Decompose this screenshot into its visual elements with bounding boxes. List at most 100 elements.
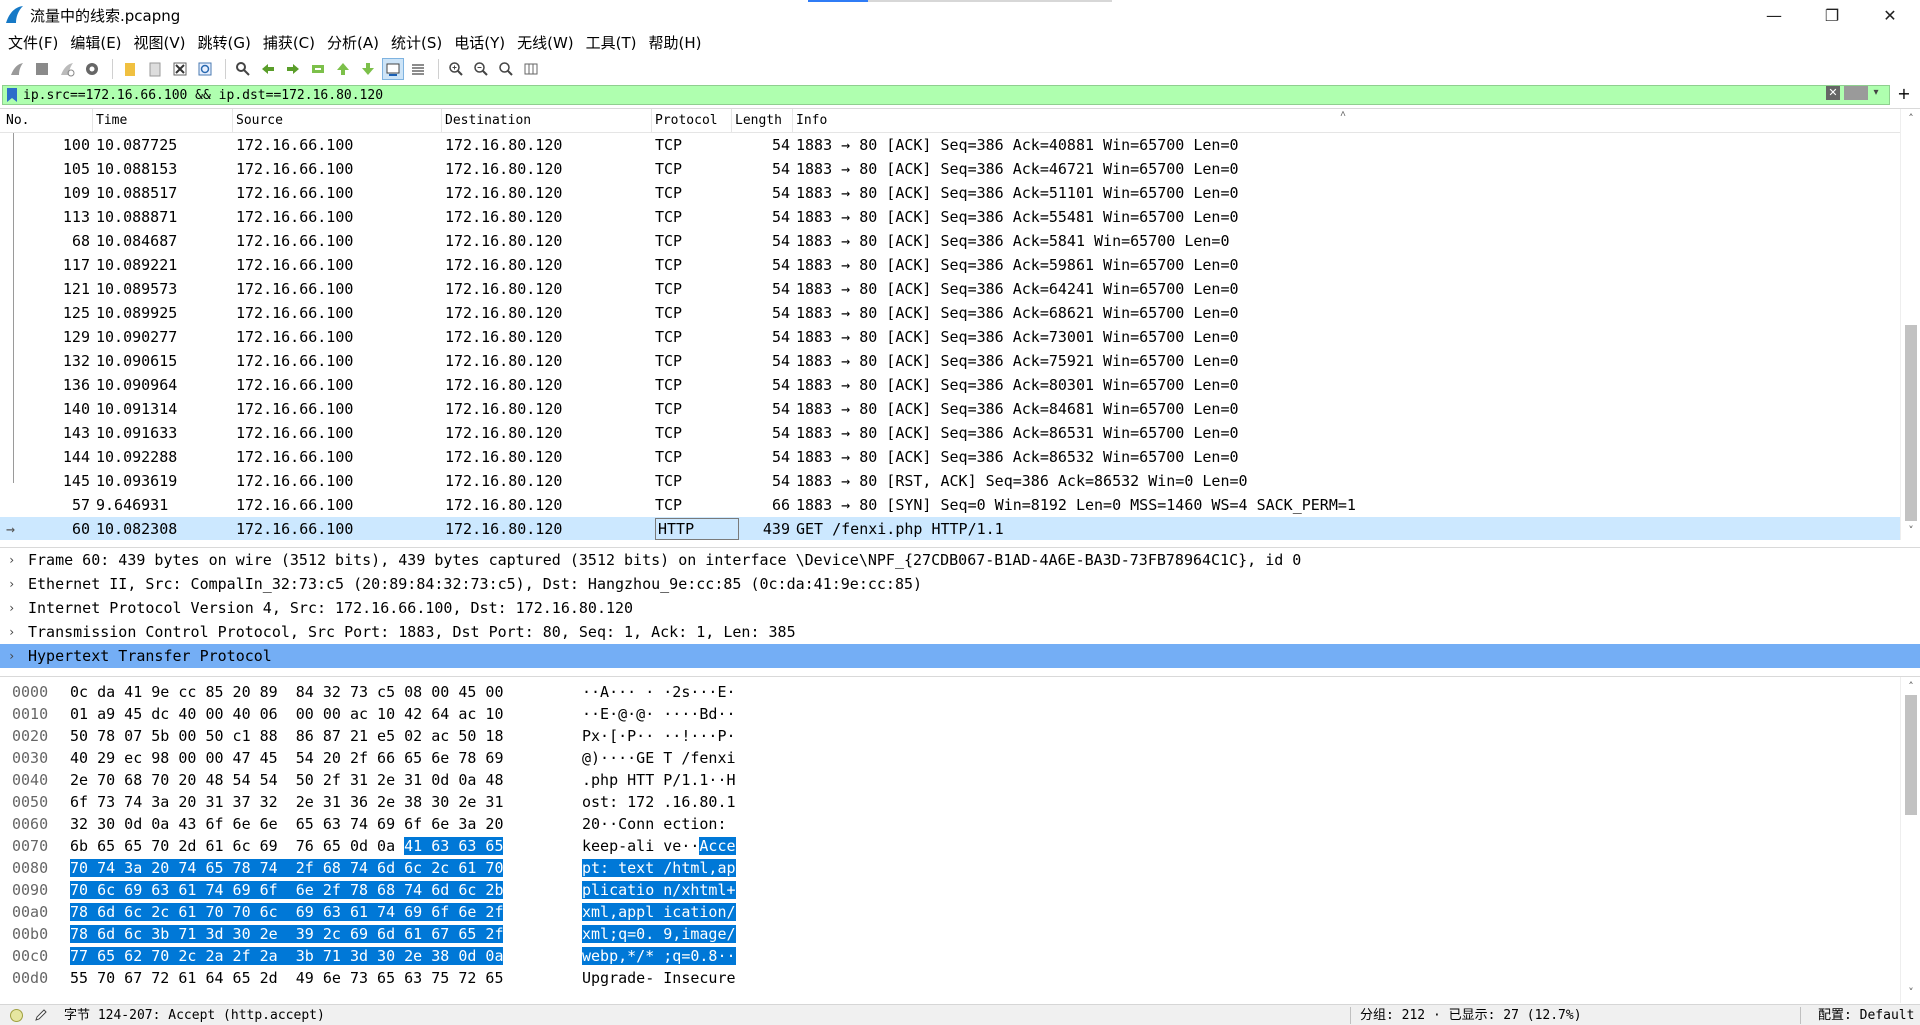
- filter-history-dropdown-icon[interactable]: ▾: [1870, 87, 1882, 99]
- minimize-button[interactable]: —: [1748, 0, 1800, 30]
- restart-capture-icon[interactable]: [56, 58, 78, 80]
- hex-segment[interactable]: 41 63 63 65: [404, 837, 504, 855]
- menu-go[interactable]: 跳转(G): [194, 32, 259, 53]
- column-divider[interactable]: [651, 109, 652, 133]
- hex-segment[interactable]: 78 6d 6c 3b 71 3d 30 2e 39 2c 69 6d 61 6…: [70, 925, 504, 943]
- scroll-up-icon[interactable]: ˄: [1905, 681, 1917, 693]
- resize-columns-icon[interactable]: [520, 58, 542, 80]
- packet-row[interactable]: 121 10.089573 172.16.66.100 172.16.80.120 TC…: [0, 277, 1900, 301]
- packet-row[interactable]: 136 10.090964 172.16.66.100 172.16.80.120 TC…: [0, 373, 1900, 397]
- ascii-segment[interactable]: webp,*/* ;q=0.8··: [582, 947, 736, 965]
- byte-hex[interactable]: 50 78 07 5b 00 50 c1 88 86 87 21 e5 02 a…: [70, 725, 503, 747]
- expert-info-icon[interactable]: [10, 1009, 23, 1022]
- colorize-icon[interactable]: [407, 58, 429, 80]
- clear-filter-icon[interactable]: ✕: [1826, 86, 1840, 100]
- byte-ascii[interactable]: pt: text /html,ap: [582, 857, 736, 879]
- packet-row[interactable]: 57 9.646931 172.16.66.100 172.16.80.120 TCP 6…: [0, 493, 1900, 517]
- menu-telephony[interactable]: 电话(Y): [450, 32, 513, 53]
- stop-capture-icon[interactable]: [31, 58, 53, 80]
- menu-tools[interactable]: 工具(T): [582, 32, 645, 53]
- packet-row[interactable]: 140 10.091314 172.16.66.100 172.16.80.120 TC…: [0, 397, 1900, 421]
- byte-ascii[interactable]: xml,appl ication/: [582, 901, 736, 923]
- byte-ascii[interactable]: 20··Conn ection:: [582, 813, 736, 835]
- byte-hex[interactable]: 40 29 ec 98 00 00 47 45 54 20 2f 66 65 6…: [70, 747, 503, 769]
- close-file-icon[interactable]: [169, 58, 191, 80]
- byte-hex[interactable]: 70 74 3a 20 74 65 78 74 2f 68 74 6d 6c 2…: [70, 857, 504, 879]
- detail-ipv4[interactable]: › Internet Protocol Version 4, Src: 172.1…: [0, 596, 1920, 620]
- bytes-scrollbar[interactable]: ˄ ˅: [1900, 677, 1920, 1003]
- column-divider[interactable]: [441, 109, 442, 133]
- column-header-length[interactable]: Length: [735, 113, 782, 128]
- last-packet-icon[interactable]: [357, 58, 379, 80]
- byte-hex[interactable]: 2e 70 68 70 20 48 54 54 50 2f 31 2e 31 0…: [70, 769, 503, 791]
- byte-hex[interactable]: 6b 65 65 70 2d 61 6c 69 76 65 0d 0a 41 6…: [70, 835, 504, 857]
- packet-row[interactable]: 60 10.082308 172.16.66.100 172.16.80.120 HTT…: [0, 517, 1900, 540]
- menu-help[interactable]: 帮助(H): [645, 32, 710, 53]
- column-header-destination[interactable]: Destination: [445, 113, 531, 128]
- first-packet-icon[interactable]: [332, 58, 354, 80]
- ascii-segment[interactable]: @)····GE T /fenxi: [582, 749, 736, 767]
- byte-hex[interactable]: 01 a9 45 dc 40 00 40 06 00 00 ac 10 42 6…: [70, 703, 503, 725]
- byte-hex[interactable]: 78 6d 6c 3b 71 3d 30 2e 39 2c 69 6d 61 6…: [70, 923, 504, 945]
- capture-options-icon[interactable]: [81, 58, 103, 80]
- hex-segment[interactable]: 40 29 ec 98 00 00 47 45 54 20 2f 66 65 6…: [70, 749, 503, 767]
- apply-filter-icon[interactable]: [1844, 86, 1868, 100]
- byte-ascii[interactable]: @)····GE T /fenxi: [582, 747, 736, 769]
- byte-hex[interactable]: 70 6c 69 63 61 74 69 6f 6e 2f 78 68 74 6…: [70, 879, 504, 901]
- packet-row[interactable]: 68 10.084687 172.16.66.100 172.16.80.120 TCP…: [0, 229, 1900, 253]
- column-header-protocol[interactable]: Protocol: [655, 113, 718, 128]
- hex-segment[interactable]: 2e 70 68 70 20 48 54 54 50 2f 31 2e 31 0…: [70, 771, 503, 789]
- packet-row[interactable]: 143 10.091633 172.16.66.100 172.16.80.120 TC…: [0, 421, 1900, 445]
- ascii-segment[interactable]: keep-ali ve··: [582, 837, 699, 855]
- bookmark-icon[interactable]: [5, 87, 19, 103]
- byte-hex[interactable]: 77 65 62 70 2c 2a 2f 2a 3b 71 3d 30 2e 3…: [70, 945, 504, 967]
- menu-edit[interactable]: 编辑(E): [66, 32, 129, 53]
- column-divider[interactable]: [731, 109, 732, 133]
- byte-ascii[interactable]: .php HTT P/1.1··H: [582, 769, 736, 791]
- menu-file[interactable]: 文件(F): [4, 32, 66, 53]
- menu-statistics[interactable]: 统计(S): [387, 32, 450, 53]
- expand-arrow-icon[interactable]: ›: [8, 620, 15, 644]
- find-packet-icon[interactable]: [232, 58, 254, 80]
- go-back-icon[interactable]: [257, 58, 279, 80]
- byte-hex[interactable]: 55 70 67 72 61 64 65 2d 49 6e 73 65 63 7…: [70, 967, 503, 989]
- ascii-segment[interactable]: .php HTT P/1.1··H: [582, 771, 736, 789]
- hex-segment[interactable]: 6b 65 65 70 2d 61 6c 69 76 65 0d 0a: [70, 837, 404, 855]
- packet-row[interactable]: 144 10.092288 172.16.66.100 172.16.80.120 TC…: [0, 445, 1900, 469]
- packet-row[interactable]: 125 10.089925 172.16.66.100 172.16.80.120 TC…: [0, 301, 1900, 325]
- close-button[interactable]: ✕: [1864, 0, 1916, 30]
- detail-frame[interactable]: › Frame 60: 439 bytes on wire (3512 bits)…: [0, 548, 1920, 572]
- zoom-normal-icon[interactable]: [495, 58, 517, 80]
- byte-hex[interactable]: 6f 73 74 3a 20 31 37 32 2e 31 36 2e 38 3…: [70, 791, 503, 813]
- packet-row[interactable]: 105 10.088153 172.16.66.100 172.16.80.120 TC…: [0, 157, 1900, 181]
- byte-ascii[interactable]: ··A··· · ·2s···E·: [582, 681, 736, 703]
- menu-capture[interactable]: 捕获(C): [259, 32, 323, 53]
- packet-row[interactable]: 129 10.090277 172.16.66.100 172.16.80.120 TC…: [0, 325, 1900, 349]
- go-forward-icon[interactable]: [282, 58, 304, 80]
- add-filter-button-icon[interactable]: +: [1896, 84, 1912, 104]
- display-filter-input[interactable]: [23, 86, 1803, 104]
- menu-analyze[interactable]: 分析(A): [323, 32, 387, 53]
- scrollbar-thumb[interactable]: [1905, 695, 1917, 815]
- expand-arrow-icon[interactable]: ›: [8, 572, 15, 596]
- menu-view[interactable]: 视图(V): [130, 32, 194, 53]
- ascii-segment[interactable]: ··E·@·@· ····Bd··: [582, 705, 736, 723]
- packet-row[interactable]: 109 10.088517 172.16.66.100 172.16.80.120 TC…: [0, 181, 1900, 205]
- column-divider[interactable]: [92, 109, 93, 133]
- column-header-info[interactable]: Info: [796, 113, 827, 128]
- zoom-in-icon[interactable]: [445, 58, 467, 80]
- byte-ascii[interactable]: xml;q=0. 9,image/: [582, 923, 736, 945]
- byte-ascii[interactable]: keep-ali ve··Acce: [582, 835, 736, 857]
- hex-segment[interactable]: 32 30 0d 0a 43 6f 6e 6e 65 63 74 69 6f 6…: [70, 815, 503, 833]
- column-divider[interactable]: [232, 109, 233, 133]
- column-header-no[interactable]: No.: [6, 113, 29, 128]
- scroll-down-icon[interactable]: ˅: [1905, 987, 1917, 999]
- scroll-down-icon[interactable]: ˅: [1905, 525, 1917, 537]
- ascii-segment[interactable]: 20··Conn ection:: [582, 815, 736, 833]
- hex-segment[interactable]: 6f 73 74 3a 20 31 37 32 2e 31 36 2e 38 3…: [70, 793, 503, 811]
- scroll-up-icon[interactable]: ˄: [1905, 113, 1917, 125]
- scrollbar-thumb[interactable]: [1905, 325, 1917, 521]
- detail-ethernet[interactable]: › Ethernet II, Src: CompalIn_32:73:c5 (20…: [0, 572, 1920, 596]
- ascii-segment[interactable]: Upgrade- Insecure: [582, 969, 736, 987]
- status-profile[interactable]: 配置: Default: [1818, 1005, 1914, 1025]
